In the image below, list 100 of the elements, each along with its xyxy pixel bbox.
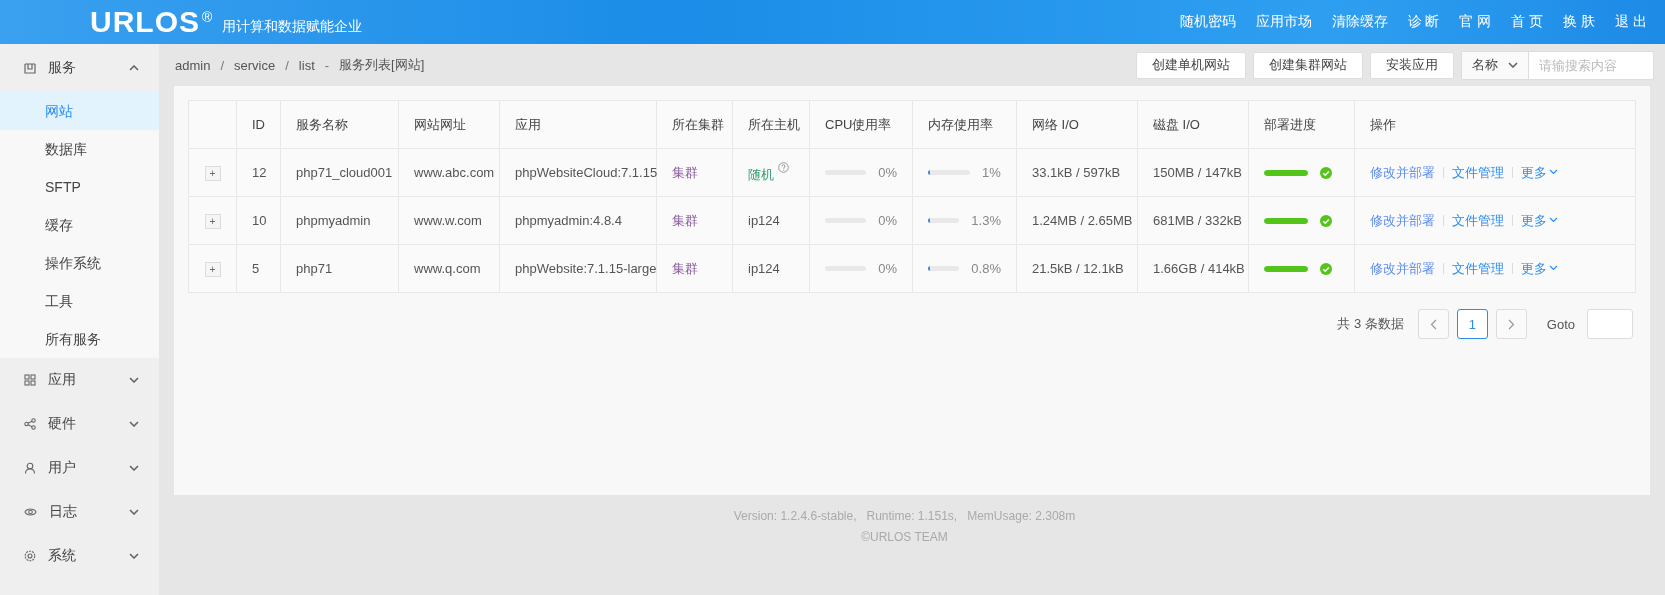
action-link[interactable]: 文件管理 (1452, 259, 1504, 278)
nav-link[interactable]: 清除缓存 (1331, 13, 1388, 31)
table-cell: ip124 (748, 261, 780, 276)
table-cell: phpWebsiteCloud:7.1.15 (515, 165, 658, 180)
column-header: ID (252, 117, 265, 132)
goto-label: Goto (1546, 316, 1575, 332)
chevron-left-icon (1429, 318, 1437, 330)
slogan-text: 用计算和数据赋能企业 (222, 18, 363, 36)
nav-link[interactable]: 首 页 (1511, 13, 1544, 31)
toolbar-button[interactable]: 安装应用 (1370, 51, 1454, 79)
sidebar-item[interactable]: 缓存 (0, 206, 159, 244)
sidebar-item[interactable]: 工具 (0, 282, 159, 320)
toolbar-button[interactable]: 创建单机网站 (1136, 51, 1246, 79)
eye-icon (24, 506, 37, 518)
table-cell: 12 (252, 165, 267, 180)
expand-button[interactable]: + (204, 261, 221, 277)
expand-button[interactable]: + (204, 165, 221, 181)
column-header: 网站网址 (414, 116, 466, 132)
chevron-down-icon (1508, 62, 1518, 68)
action-link[interactable]: 修改并部署 (1370, 259, 1435, 278)
goto-input[interactable] (1587, 309, 1633, 339)
table-cell: 1.66GB / 414kB (1153, 261, 1245, 276)
action-link[interactable]: 修改并部署 (1370, 163, 1435, 182)
column-header: 应用 (515, 116, 541, 132)
table-cell: 150MB / 147kB (1153, 165, 1242, 180)
sidebar-group[interactable]: 系统 (0, 534, 159, 578)
sidebar-group[interactable]: 硬件 (0, 402, 159, 446)
action-link[interactable]: 更多 (1521, 211, 1558, 230)
usage-reading: 0% (878, 261, 897, 276)
sidebar-item[interactable]: 操作系统 (0, 244, 159, 282)
chevron-down-icon (129, 377, 139, 383)
column-header: 磁盘 I/O (1153, 116, 1200, 132)
breadcrumb-item: admin (175, 57, 211, 73)
next-page-button[interactable] (1495, 309, 1527, 339)
action-link[interactable]: 文件管理 (1452, 211, 1504, 230)
usage-reading: 1% (982, 165, 1001, 180)
table-cell: phpmyadmin:4.8.4 (515, 213, 622, 228)
chevron-down-icon (129, 421, 139, 427)
table-cell: www.w.com (414, 213, 482, 228)
nav-link[interactable]: 换 肤 (1563, 13, 1596, 31)
table-cell: phpmyadmin (296, 213, 371, 228)
action-link[interactable]: 更多 (1521, 259, 1558, 278)
sidebar-item[interactable]: 数据库 (0, 130, 159, 168)
table-cell: ip124 (748, 213, 780, 228)
usage-reading: 0% (878, 213, 897, 228)
column-header: 内存使用率 (928, 116, 993, 132)
nav-link[interactable]: 随机密码 (1179, 13, 1236, 31)
sidebar-group[interactable]: 日志 (0, 490, 159, 534)
footer-text: ©URLOS TEAM (861, 530, 948, 544)
table-cell: 21.5kB / 12.1kB (1032, 261, 1124, 276)
sidebar-group[interactable]: 服务 (0, 44, 159, 92)
sidebar-item[interactable]: 网站 (0, 92, 159, 130)
chevron-down-icon (1549, 168, 1558, 175)
search-type-dropdown[interactable]: 名称 (1462, 51, 1529, 79)
table-cell: 10 (252, 213, 267, 228)
logo-text: URLOS (90, 7, 200, 37)
chevron-down-icon (129, 509, 139, 515)
usage-reading: 0.8% (971, 261, 1001, 276)
page-button[interactable]: 1 (1456, 309, 1488, 339)
toolbar-button[interactable]: 创建集群网站 (1253, 51, 1363, 79)
column-header: 所在主机 (748, 116, 800, 132)
search-field[interactable]: 名称 请输搜索内容 (1461, 50, 1654, 80)
nav-link[interactable]: 官 网 (1459, 13, 1492, 31)
table-cell: www.q.com (414, 261, 481, 276)
success-icon (1320, 166, 1332, 179)
expand-button[interactable]: + (204, 213, 221, 229)
cluster-text: 集群 (672, 212, 698, 228)
registered-mark: ® (202, 9, 213, 25)
breadcrumb-separator: / (285, 57, 289, 73)
cluster-text: 集群 (672, 164, 698, 180)
title-separator: - (324, 57, 330, 73)
nav-link[interactable]: 应用市场 (1255, 13, 1312, 31)
previous-page-button[interactable] (1417, 309, 1449, 339)
share-icon (24, 418, 36, 430)
table-cell: 681MB / 332kB (1153, 213, 1242, 228)
success-icon (1320, 214, 1332, 227)
column-header: 网络 I/O (1032, 116, 1079, 132)
chevron-down-icon (129, 465, 139, 471)
action-link[interactable]: 文件管理 (1452, 163, 1504, 182)
action-link[interactable]: 更多 (1521, 163, 1558, 182)
footer-text: Version: 1.2.4.6-stable, Runtime: 1.151s, MemUsage: 2.308m (733, 509, 1076, 523)
settings-icon (24, 550, 36, 562)
sidebar-item[interactable]: 所有服务 (0, 320, 159, 358)
help-icon (778, 161, 789, 173)
breadcrumb-separator: / (220, 57, 225, 73)
sidebar-group[interactable]: 应用 (0, 358, 159, 402)
total-count: 共 3 条数据 (1337, 315, 1404, 333)
action-link[interactable]: 修改并部署 (1370, 211, 1435, 230)
host-text: 随机 (748, 166, 774, 182)
breadcrumb-item: service (234, 57, 276, 73)
sidebar-item[interactable]: SFTP (0, 168, 159, 206)
table-cell: www.abc.com (414, 165, 495, 180)
grid-icon (24, 374, 36, 386)
table-cell: php71 (296, 261, 333, 276)
column-header: 服务名称 (296, 116, 348, 132)
table-cell: 1.24MB / 2.65MB (1032, 213, 1133, 228)
nav-link[interactable]: 诊 断 (1407, 13, 1440, 31)
column-header: 所在集群 (672, 116, 724, 132)
nav-link[interactable]: 退 出 (1615, 13, 1647, 31)
sidebar-group[interactable]: 用户 (0, 446, 159, 490)
